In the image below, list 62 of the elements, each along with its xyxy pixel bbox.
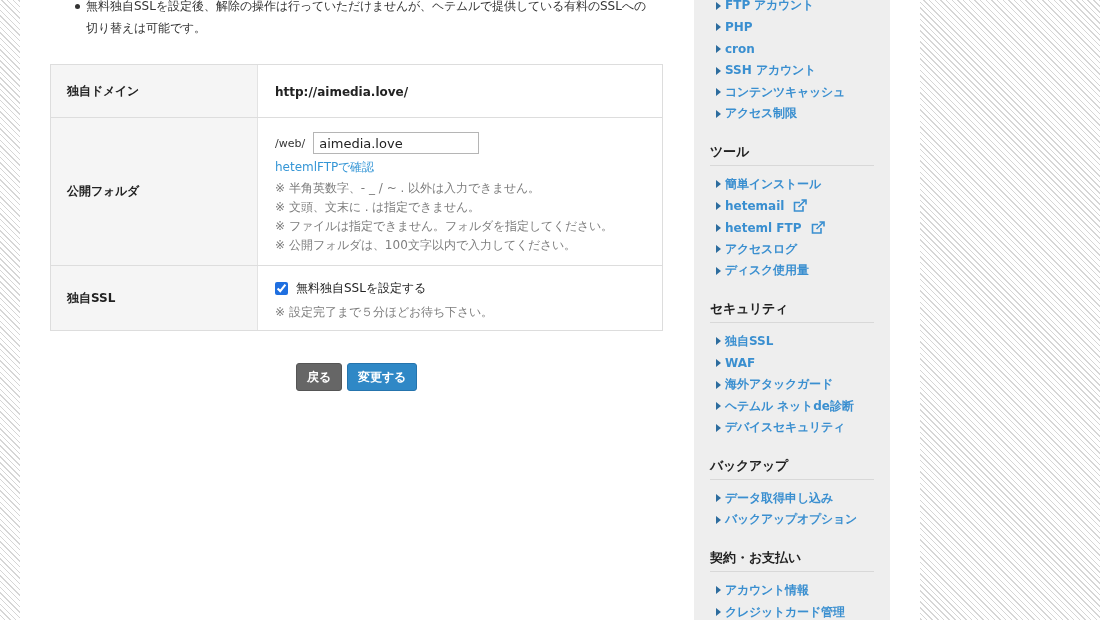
domain-value: http://aimedia.love/	[275, 85, 409, 99]
triangle-icon	[716, 494, 721, 503]
sidebar-link[interactable]: 海外アタックガード	[716, 373, 833, 396]
hint-text: ※ ファイルは指定できません。フォルダを指定してください。	[275, 219, 613, 233]
sidebar-link[interactable]: データ取得申し込み	[716, 487, 833, 510]
field-label: 公開フォルダ	[67, 183, 139, 200]
back-button[interactable]: 戻る	[296, 363, 342, 391]
checkbox-label: 無料独自SSLを設定する	[296, 279, 426, 297]
sidebar-link[interactable]: コンテンツキャッシュ	[716, 81, 845, 103]
path-prefix: /web/	[275, 136, 306, 150]
folder-input[interactable]: aimedia.love	[313, 132, 480, 154]
sidebar-link[interactable]: WAF	[716, 352, 756, 374]
sidebar-link[interactable]: PHP	[716, 16, 753, 39]
submit-button[interactable]: 変更する	[347, 363, 417, 391]
sidebar-link[interactable]: アカウント情報	[716, 579, 809, 602]
hint-text: ※ 公開フォルダは、100文字以内で入力してください。	[275, 238, 576, 252]
checkbox[interactable]	[275, 281, 288, 295]
triangle-icon	[716, 201, 721, 210]
triangle-icon	[716, 586, 721, 595]
sidebar-link[interactable]: FTP アカウント	[716, 0, 815, 17]
sidebar-link[interactable]: hetemail	[716, 195, 808, 217]
triangle-icon	[716, 1, 721, 10]
sidebar-link[interactable]: アクセスログ	[716, 238, 797, 260]
sidebar-link[interactable]: ディスク使用量	[716, 259, 809, 282]
triangle-icon	[716, 45, 721, 53]
sidebar-link[interactable]: デバイスセキュリティ	[716, 416, 845, 439]
hint-text: ※ 文頭、文末に . は指定できません。	[275, 200, 481, 214]
triangle-icon	[716, 180, 721, 189]
triangle-icon	[716, 223, 721, 232]
hint-text: ※ 半角英数字、- _ / ~ . 以外は入力できません。	[275, 181, 541, 195]
ftp-link[interactable]: hetemlFTPで確認	[275, 160, 375, 174]
sidebar-link[interactable]: バックアップオプション	[716, 509, 857, 531]
triangle-icon	[716, 109, 721, 118]
section-heading: セキュリティ	[710, 300, 788, 316]
sidebar-link[interactable]: アクセス制限	[716, 102, 797, 125]
triangle-icon	[716, 66, 721, 75]
notice-text: 無料独自SSLを設定後、解除の操作は行っていただけませんが、ヘテムルで提供している有料のSSLへの切り替えは可能です。	[86, 0, 647, 37]
triangle-icon	[716, 380, 721, 389]
sidebar-link[interactable]: heteml FTP	[716, 216, 825, 239]
sidebar-link[interactable]: SSH アカウント	[716, 59, 816, 82]
hint-text: ※ 設定完了まで５分ほどお待ち下さい。	[275, 305, 493, 319]
triangle-icon	[716, 23, 721, 32]
sidebar-link[interactable]: 簡単インストール	[716, 173, 821, 196]
triangle-icon	[716, 423, 721, 432]
field-label: 独自ドメイン	[67, 82, 139, 100]
sidebar-link[interactable]: 独自SSL	[716, 330, 774, 353]
triangle-icon	[716, 266, 721, 275]
sidebar-link[interactable]: クレジットカード管理	[716, 601, 845, 620]
bullet-icon	[75, 4, 80, 9]
triangle-icon	[716, 402, 721, 411]
triangle-icon	[716, 608, 721, 617]
sidebar-link[interactable]: cron	[716, 38, 755, 60]
triangle-icon	[716, 515, 721, 524]
field-label: 独自SSL	[67, 289, 116, 307]
section-heading: バックアップ	[710, 457, 788, 473]
section-heading: 契約・お支払い	[710, 549, 801, 565]
sidebar-link[interactable]: ヘテムル ネットde診断	[716, 395, 854, 417]
section-heading: ツール	[710, 143, 749, 159]
triangle-icon	[716, 358, 721, 367]
triangle-icon	[716, 245, 721, 254]
triangle-icon	[716, 88, 721, 97]
triangle-icon	[716, 337, 721, 346]
